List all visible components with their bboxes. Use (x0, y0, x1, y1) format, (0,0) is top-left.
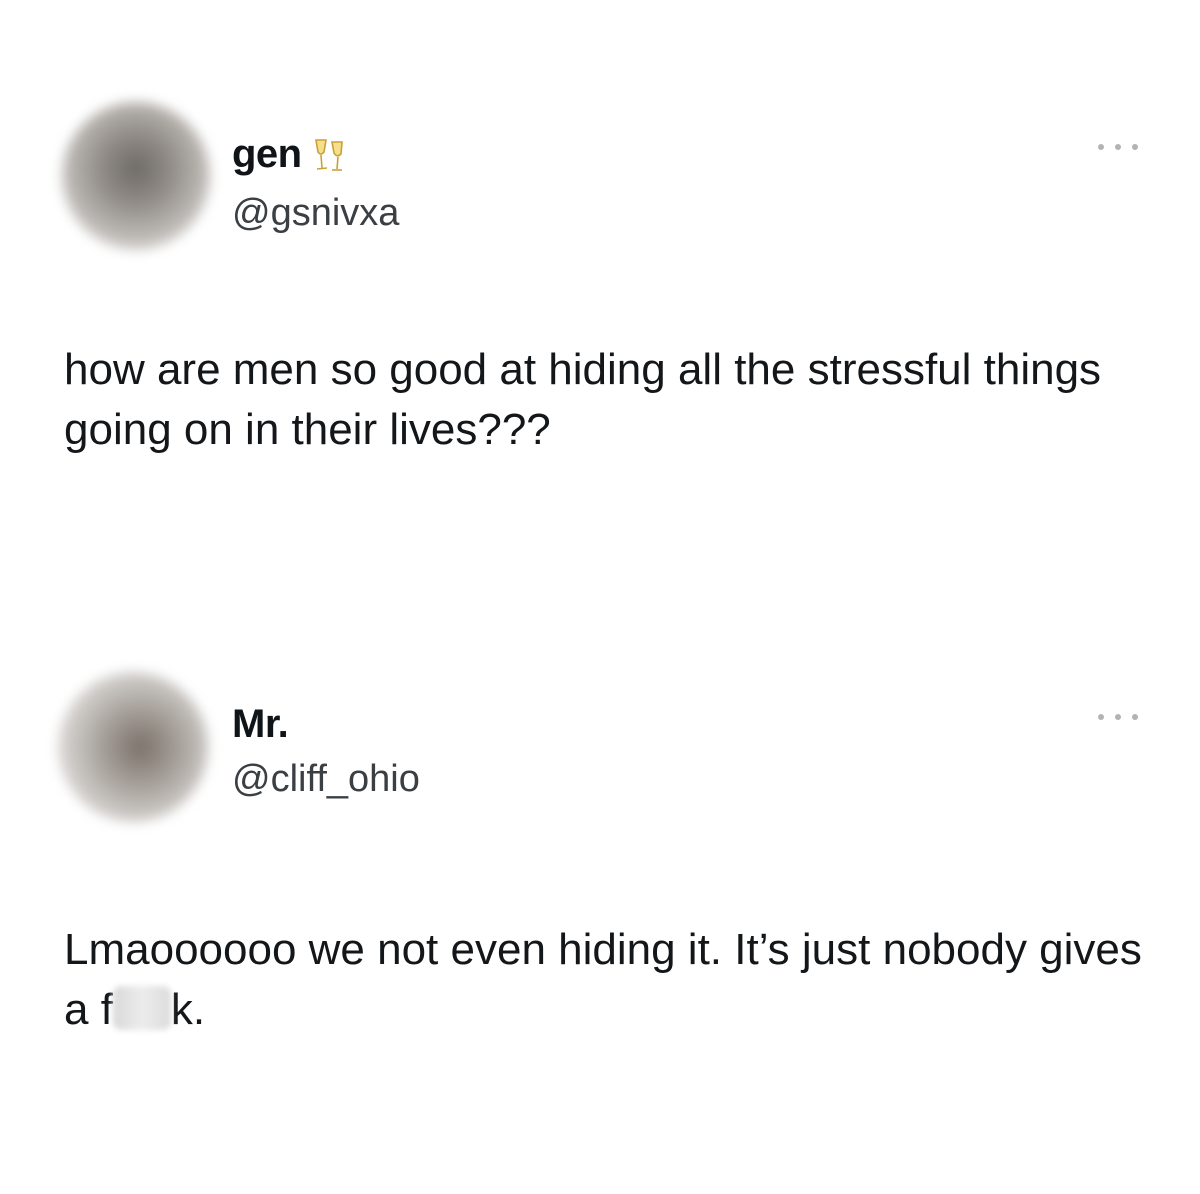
dot (1098, 144, 1104, 150)
display-name[interactable]: gen (232, 132, 350, 177)
more-options-icon[interactable] (1098, 712, 1138, 722)
tweet-text: how are men so good at hiding all the st… (64, 345, 1102, 454)
dot (1132, 144, 1138, 150)
dot (1115, 144, 1121, 150)
dot (1098, 714, 1104, 720)
tweet-card[interactable]: gen @gsnivxa how are men so good at hidi… (0, 0, 1200, 560)
tweet-text: Lmaoooooo we not even hiding it. It’s ju… (64, 920, 1144, 1040)
more-options-icon[interactable] (1098, 142, 1138, 152)
handle[interactable]: @cliff_ohio (232, 758, 420, 801)
handle[interactable]: @gsnivxa (232, 192, 399, 235)
censored-word (112, 986, 171, 1030)
avatar[interactable] (62, 102, 210, 250)
tweet-text-before: Lmaoooooo we not even hiding it. It’s ju… (64, 925, 1142, 1034)
tweet-card[interactable]: Mr. @cliff_ohio Lmaoooooo we not even hi… (0, 590, 1200, 1150)
avatar[interactable] (58, 672, 208, 822)
clinking-glasses-icon (314, 139, 343, 172)
display-name[interactable]: Mr. (232, 702, 289, 747)
dot (1132, 714, 1138, 720)
display-name-text: gen (232, 132, 302, 176)
dot (1115, 714, 1121, 720)
tweet-text-after: k. (170, 985, 206, 1034)
